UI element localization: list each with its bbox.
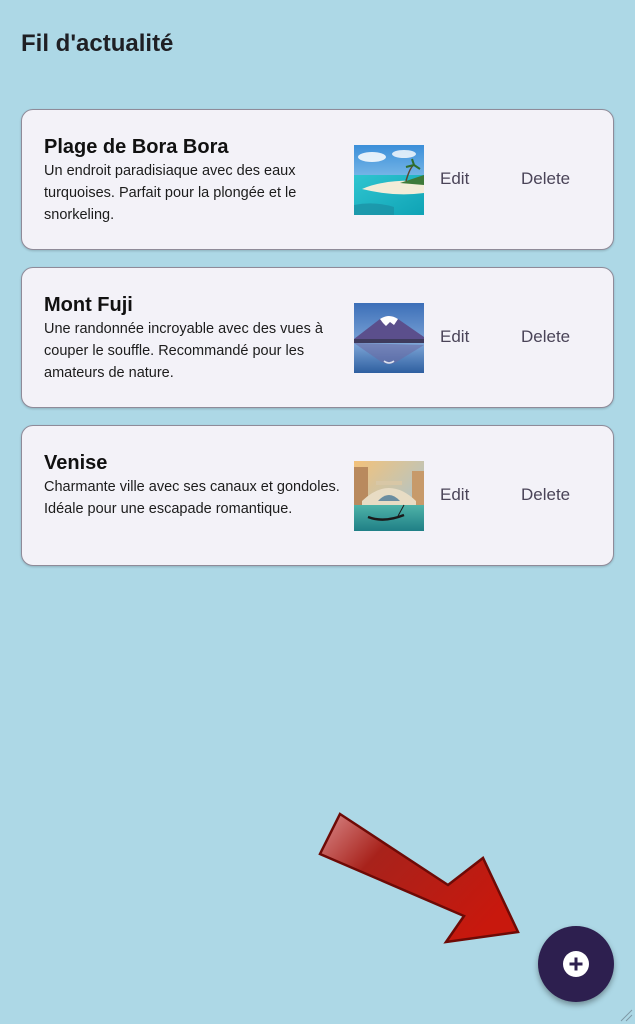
post-feed: Plage de Bora Bora Un endroit paradisiaq…: [21, 109, 614, 583]
post-text: Plage de Bora Bora Un endroit paradisiaq…: [44, 135, 346, 226]
post-description: Un endroit paradisiaque avec des eaux tu…: [44, 163, 297, 223]
edit-button[interactable]: Edit: [440, 327, 469, 347]
post-text: Mont Fuji Une randonnée incroyable avec …: [44, 293, 346, 384]
delete-button[interactable]: Delete: [521, 169, 570, 189]
post-title: Mont Fuji: [44, 294, 133, 316]
post-description: Charmante ville avec ses canaux et gondo…: [44, 479, 340, 517]
venice-photo: [354, 461, 424, 531]
mountain-photo: [354, 303, 424, 373]
delete-button[interactable]: Delete: [521, 327, 570, 347]
post-text: Venise Charmante ville avec ses canaux e…: [44, 451, 346, 520]
delete-button[interactable]: Delete: [521, 485, 570, 505]
post-card: Mont Fuji Une randonnée incroyable avec …: [21, 267, 614, 408]
post-title: Venise: [44, 452, 108, 474]
add-post-button[interactable]: [538, 926, 614, 1002]
page-title: Fil d'actualité: [21, 30, 174, 57]
resize-grip-icon[interactable]: [619, 1008, 633, 1022]
post-card: Venise Charmante ville avec ses canaux e…: [21, 425, 614, 566]
post-card: Plage de Bora Bora Un endroit paradisiaq…: [21, 109, 614, 250]
edit-button[interactable]: Edit: [440, 169, 469, 189]
beach-photo: [354, 145, 424, 215]
edit-button[interactable]: Edit: [440, 485, 469, 505]
arrow-icon: [318, 812, 520, 944]
post-description: Une randonnée incroyable avec des vues à…: [44, 321, 323, 381]
post-title: Plage de Bora Bora: [44, 136, 229, 158]
plus-icon: [563, 951, 589, 977]
